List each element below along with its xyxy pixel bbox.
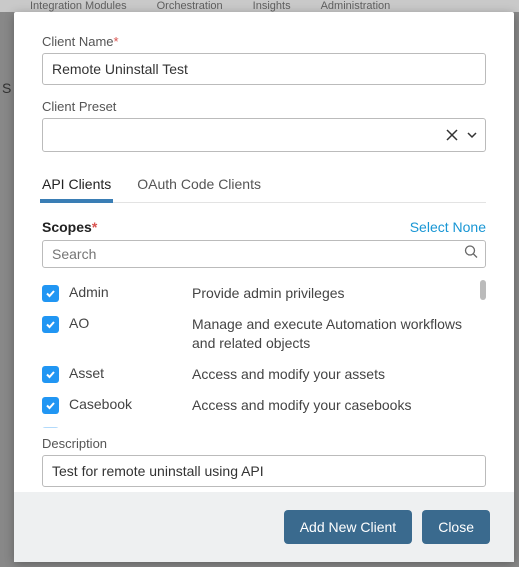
scopes-search-input[interactable] — [42, 240, 486, 268]
nav-item[interactable]: Insights — [253, 0, 291, 12]
scope-name: Casebook — [69, 396, 132, 412]
close-button[interactable]: Close — [422, 510, 490, 544]
modal-body: Client Name* Client Preset API Clients O… — [14, 12, 514, 492]
scope-name: Asset — [69, 365, 104, 381]
client-name-input[interactable] — [42, 53, 486, 85]
add-client-modal: Client Name* Client Preset API Clients O… — [14, 12, 514, 562]
nav-item[interactable]: Orchestration — [157, 0, 223, 12]
scopes-title: Scopes* — [42, 219, 97, 235]
nav-item[interactable]: Integration Modules — [30, 0, 127, 12]
chevron-down-icon[interactable] — [466, 129, 478, 141]
scope-name: AO — [69, 315, 89, 331]
scope-desc: Access and modify your casebooks — [192, 396, 486, 415]
scope-list: Admin Provide admin privileges AO Manage… — [42, 278, 486, 428]
scope-desc: Access and modify your assets — [192, 365, 486, 384]
clear-icon[interactable] — [446, 129, 458, 141]
scope-checkbox[interactable] — [42, 366, 59, 383]
select-none-link[interactable]: Select None — [410, 219, 486, 235]
tab-api-clients[interactable]: API Clients — [42, 170, 111, 202]
scope-row: Admin Provide admin privileges — [42, 278, 486, 309]
description-input[interactable] — [42, 455, 486, 487]
scope-desc: Manage and execute Automation workflows … — [192, 315, 486, 353]
search-icon[interactable] — [464, 245, 478, 264]
scope-row: Casebook Access and modify your casebook… — [42, 390, 486, 421]
tab-oauth-clients[interactable]: OAuth Code Clients — [137, 170, 261, 202]
client-preset-label: Client Preset — [42, 99, 486, 114]
nav-item[interactable]: Administration — [321, 0, 391, 12]
scope-checkbox[interactable] — [42, 285, 59, 302]
scope-desc: Provide admin privileges — [192, 284, 486, 303]
client-name-label: Client Name* — [42, 34, 486, 49]
top-nav: Integration Modules Orchestration Insigh… — [0, 0, 519, 12]
scope-checkbox[interactable] — [42, 427, 59, 428]
scope-desc: Query your configured modules for threat — [192, 426, 486, 428]
scope-row: AO Manage and execute Automation workflo… — [42, 309, 486, 359]
scope-row: Query your configured modules for threat — [42, 420, 486, 428]
scrollbar-thumb[interactable] — [480, 280, 486, 300]
add-new-client-button[interactable]: Add New Client — [284, 510, 413, 544]
scope-name: Admin — [69, 284, 109, 300]
scope-checkbox[interactable] — [42, 316, 59, 333]
modal-footer: Add New Client Close — [14, 492, 514, 562]
side-letter: S — [2, 80, 11, 96]
required-asterisk: * — [114, 34, 119, 49]
client-preset-select[interactable] — [42, 118, 486, 152]
scope-checkbox[interactable] — [42, 397, 59, 414]
description-label: Description — [42, 436, 486, 451]
tabs: API Clients OAuth Code Clients — [42, 170, 486, 203]
required-asterisk: * — [92, 219, 97, 235]
scope-row: Asset Access and modify your assets — [42, 359, 486, 390]
